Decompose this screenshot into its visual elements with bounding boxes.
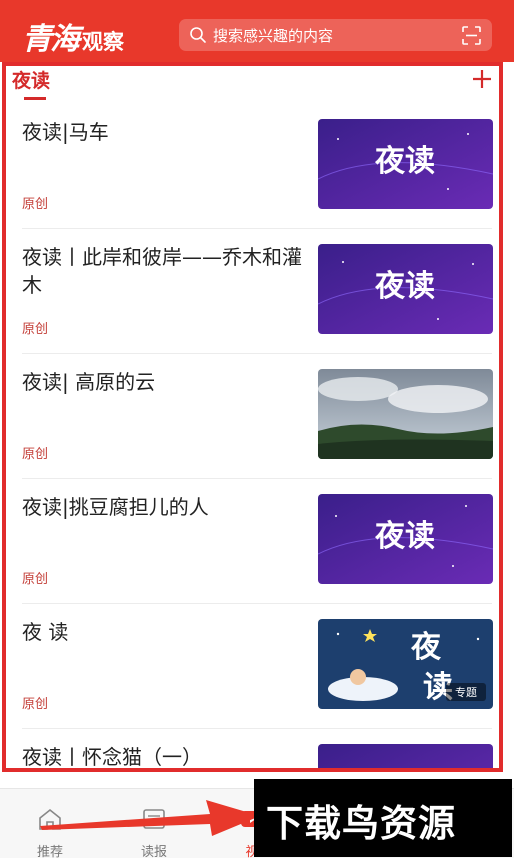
logo-sub-text: 观察 bbox=[82, 29, 124, 54]
app-header: 青海 观察 搜索感兴趣的内容 bbox=[0, 0, 514, 62]
watermark: 下载鸟资源 bbox=[254, 779, 512, 857]
nav-label: 读报 bbox=[140, 845, 167, 860]
highlight-frame bbox=[2, 62, 503, 772]
watermark-text: 下载鸟资源 bbox=[266, 802, 456, 845]
search-icon bbox=[190, 27, 206, 43]
nav-label: 推荐 bbox=[36, 845, 63, 860]
search-placeholder: 搜索感兴趣的内容 bbox=[213, 26, 334, 45]
app-logo[interactable]: 青海 观察 bbox=[22, 14, 124, 58]
scan-icon[interactable] bbox=[461, 25, 482, 46]
red-arrow-annotation bbox=[40, 800, 260, 836]
logo-main-text: 青海 bbox=[22, 22, 80, 57]
search-bar[interactable]: 搜索感兴趣的内容 bbox=[179, 19, 492, 51]
